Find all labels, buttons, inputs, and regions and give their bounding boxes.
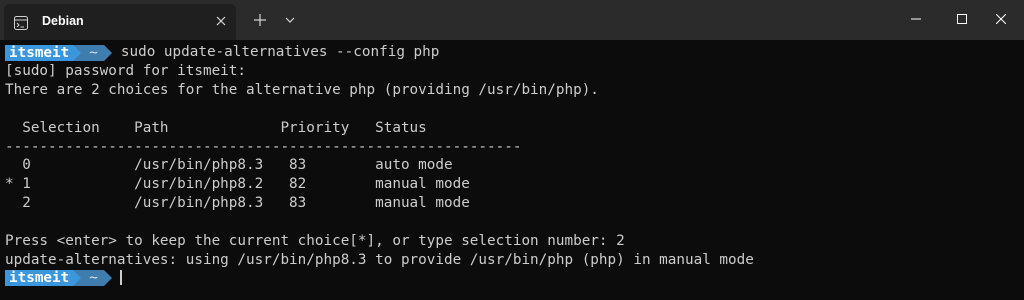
table-divider: ----------------------------------------… (5, 139, 522, 155)
prompt-line: itsmeit ~ sudo update-alternatives --confi… (5, 43, 439, 62)
terminal-output[interactable]: itsmeit ~ sudo update-alternatives --confi… (0, 40, 1024, 300)
terminal-icon (14, 15, 28, 30)
title-bar: Debian (0, 0, 1024, 40)
tab-debian[interactable]: Debian (4, 4, 236, 40)
prompt-separator-icon (73, 269, 82, 286)
prompt-line: itsmeit ~ (5, 268, 122, 287)
new-tab-button[interactable] (250, 10, 270, 30)
table-row: 0 /usr/bin/php8.3 83 auto mode (5, 157, 453, 173)
table-row: * 1 /usr/bin/php8.2 82 manual mode (5, 176, 470, 192)
text-cursor[interactable] (119, 270, 122, 285)
close-window-button[interactable] (978, 2, 1024, 36)
chevron-down-icon (285, 17, 295, 23)
close-icon (996, 14, 1006, 24)
maximize-icon (957, 14, 967, 24)
close-tab-icon[interactable] (210, 10, 232, 32)
prompt-dir: ~ (81, 269, 104, 286)
output-line: Press <enter> to keep the current choice… (5, 233, 625, 249)
command-text: sudo update-alternatives --config php (120, 44, 440, 60)
prompt-separator-icon (103, 269, 112, 286)
table-row: 2 /usr/bin/php8.3 83 manual mode (5, 195, 470, 211)
output-line: [sudo] password for itsmeit: (5, 63, 247, 79)
output-line: There are 2 choices for the alternative … (5, 82, 599, 98)
minimize-icon (911, 18, 921, 20)
prompt-separator-icon (73, 44, 82, 61)
prompt-dir: ~ (81, 44, 104, 61)
table-header: Selection Path Priority Status (5, 120, 427, 136)
prompt-separator-icon (103, 44, 112, 61)
tab-dropdown-button[interactable] (280, 10, 300, 30)
prompt-user: itsmeit (5, 44, 74, 61)
prompt-user: itsmeit (5, 269, 74, 286)
tab-title: Debian (42, 14, 84, 28)
plus-icon (254, 14, 266, 26)
minimize-button[interactable] (893, 2, 939, 36)
